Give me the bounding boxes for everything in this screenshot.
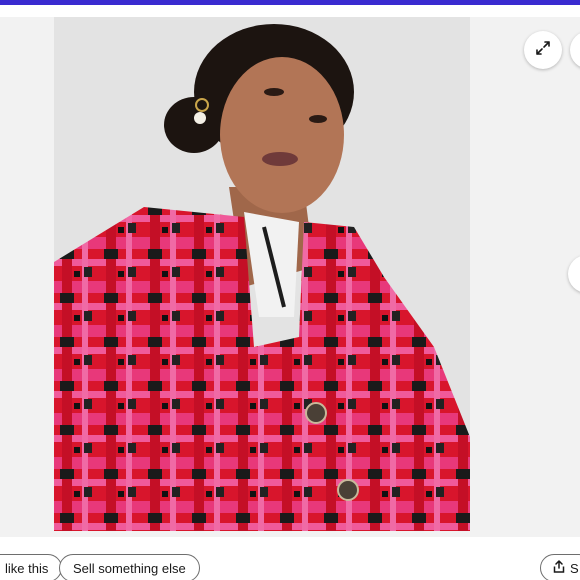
share-icon: [553, 559, 565, 576]
share-button[interactable]: S: [540, 554, 580, 580]
like-this-button[interactable]: like this: [0, 554, 63, 580]
expand-arrows-icon: [534, 39, 552, 62]
share-label: S: [570, 560, 579, 576]
expand-image-button[interactable]: [524, 31, 562, 69]
product-image[interactable]: [54, 17, 470, 531]
sell-something-else-button[interactable]: Sell something else: [59, 554, 200, 580]
top-accent-bar: [0, 0, 580, 5]
action-bar: like this Sell something else S: [0, 544, 580, 580]
sell-something-else-label: Sell something else: [73, 560, 186, 576]
product-photo-illustration: [54, 17, 470, 531]
like-this-label: like this: [5, 560, 49, 576]
